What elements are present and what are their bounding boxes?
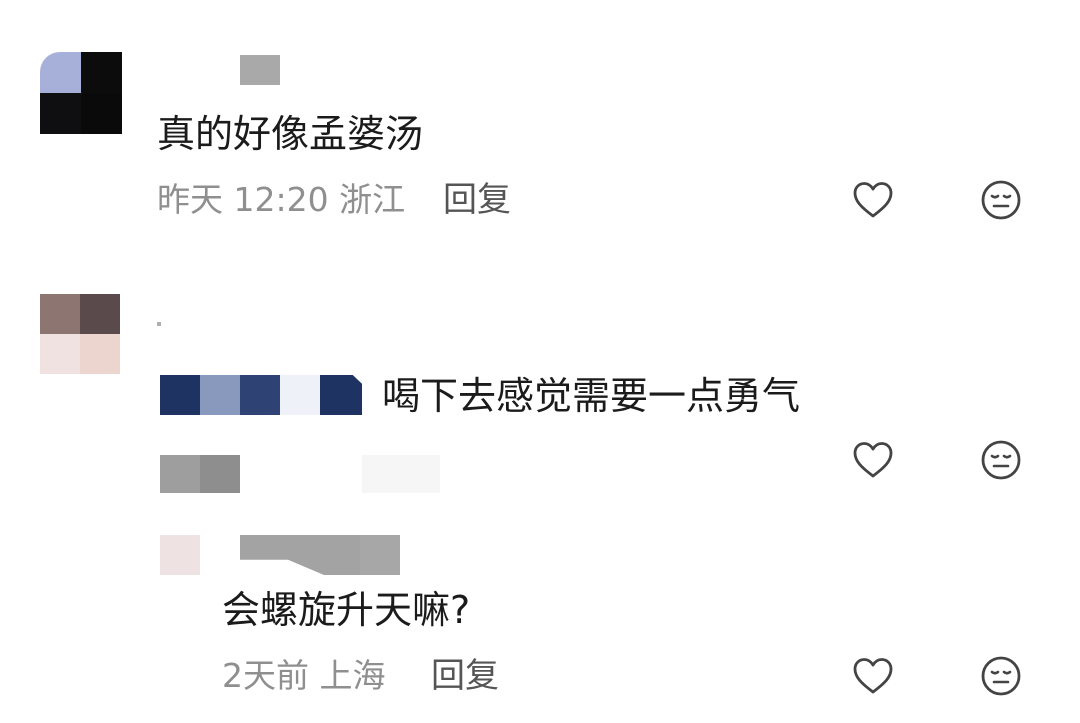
reply-button[interactable] bbox=[362, 455, 440, 493]
comment-meta: 昨天 12:20 浙江 bbox=[157, 180, 405, 220]
heart-outline-icon[interactable] bbox=[851, 654, 895, 698]
neutral-face-icon[interactable] bbox=[979, 654, 1023, 698]
username[interactable] bbox=[240, 55, 280, 85]
avatar[interactable] bbox=[40, 294, 120, 374]
reply-location: 上海 bbox=[319, 656, 386, 695]
avatar[interactable] bbox=[160, 535, 200, 575]
reply-button[interactable]: 回复 bbox=[443, 180, 511, 220]
neutral-face-icon[interactable] bbox=[979, 438, 1023, 482]
heart-outline-icon[interactable] bbox=[851, 438, 895, 482]
comment-text: 真的好像孟婆汤 bbox=[157, 112, 424, 156]
reply-button[interactable]: 回复 bbox=[431, 656, 499, 696]
reply-time: 2天前 bbox=[222, 656, 309, 695]
comment-text: 喝下去感觉需要一点勇气 bbox=[382, 374, 801, 418]
comment-meta bbox=[160, 455, 240, 493]
username[interactable] bbox=[240, 535, 400, 575]
comment-location: 浙江 bbox=[339, 180, 406, 219]
mention-tag[interactable] bbox=[160, 375, 362, 415]
comment-time: 昨天 12:20 bbox=[157, 180, 329, 219]
avatar[interactable] bbox=[40, 52, 122, 134]
heart-outline-icon[interactable] bbox=[851, 178, 895, 222]
reply-meta: 2天前 上海 bbox=[222, 656, 386, 696]
neutral-face-icon[interactable] bbox=[979, 178, 1023, 222]
username[interactable] bbox=[157, 322, 161, 326]
reply-text: 会螺旋升天嘛? bbox=[222, 588, 471, 632]
